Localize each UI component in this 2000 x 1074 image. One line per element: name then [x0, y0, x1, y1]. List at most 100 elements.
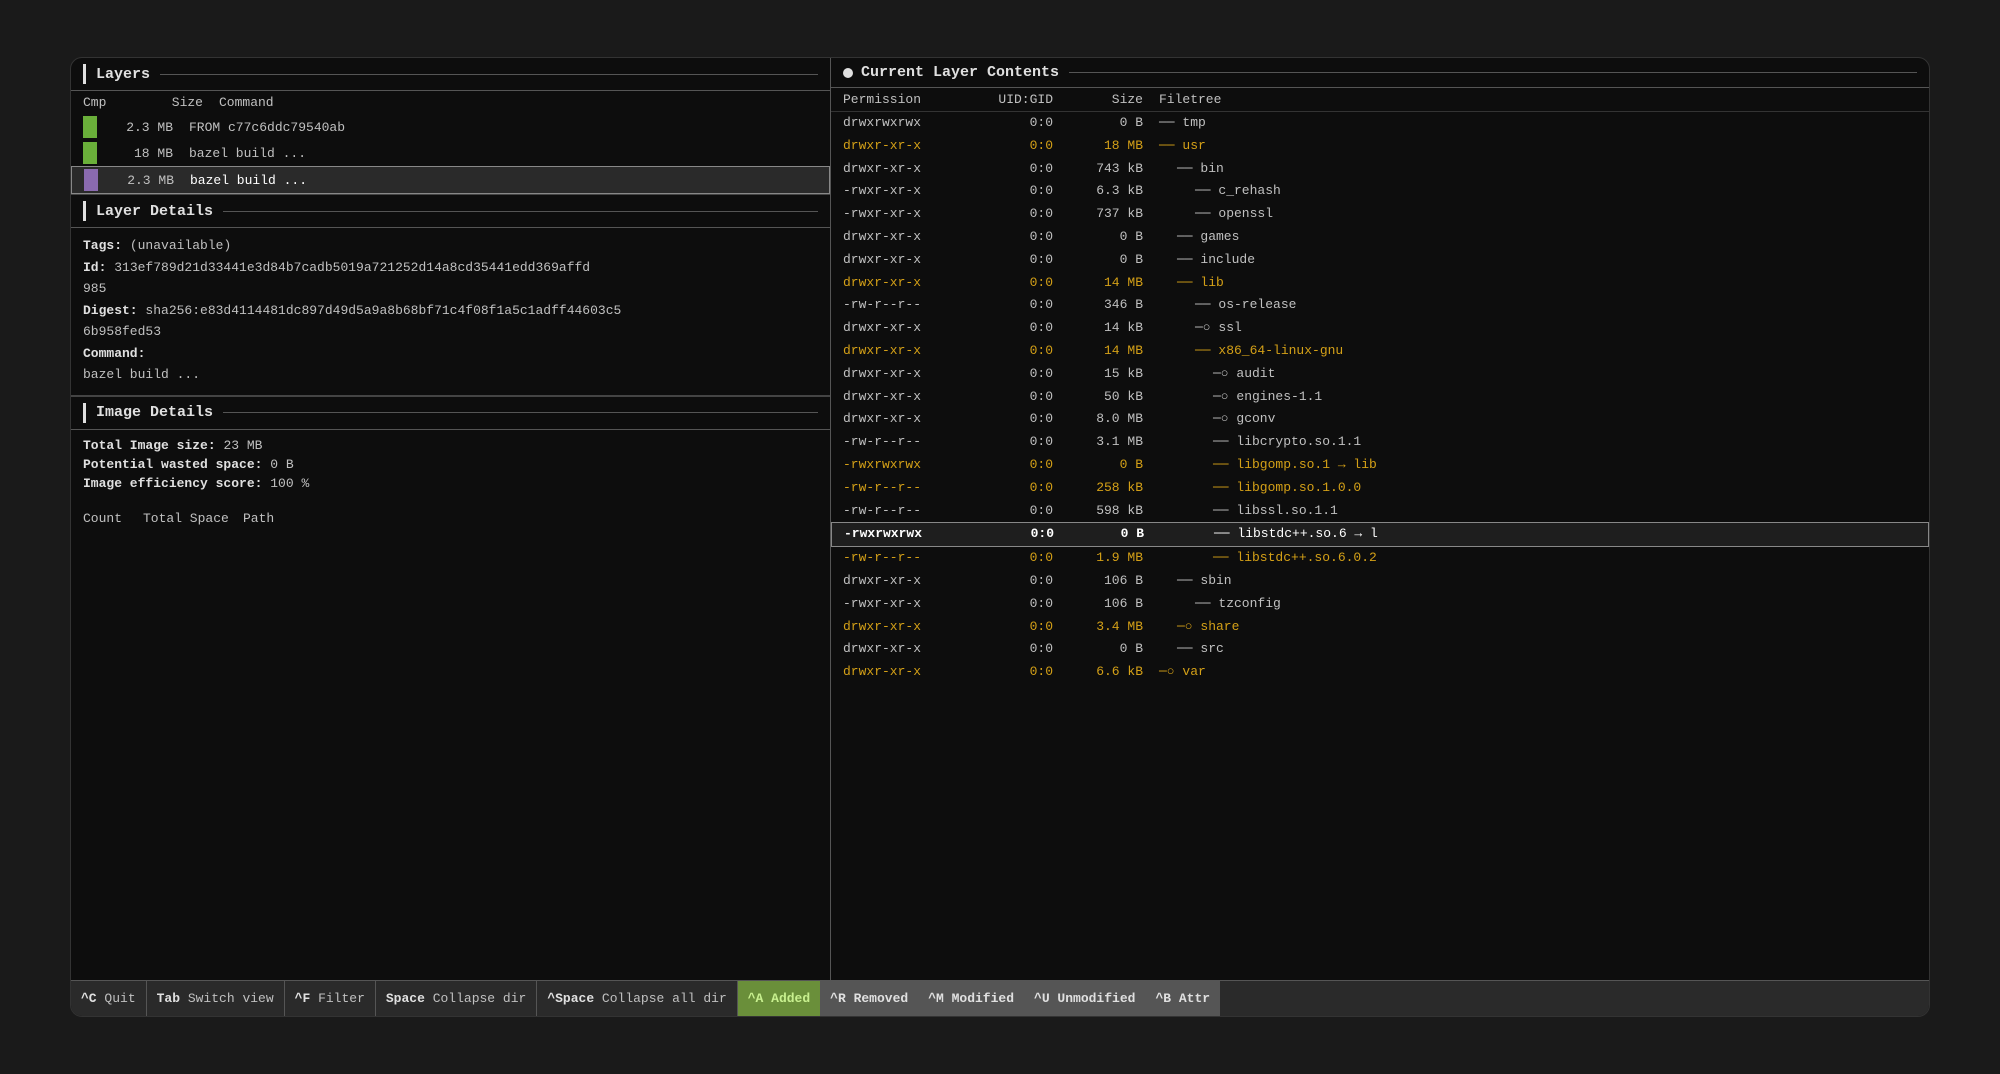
details-bar	[83, 201, 86, 221]
img-details-line	[223, 412, 818, 413]
ftree-12: ─○ engines-1.1	[1213, 387, 1917, 408]
perm-18: -rwxrwxrwx	[844, 524, 964, 545]
fsize-24: 6.6 kB	[1053, 662, 1143, 683]
perm-20: drwxr-xr-x	[843, 571, 963, 592]
file-row-19[interactable]: -rw-r--r--0:01.9 MB── libstdc++.so.6.0.2	[831, 547, 1929, 570]
digest-label: Digest:	[83, 303, 138, 318]
file-table-header: Permission UID:GID Size Filetree	[831, 88, 1929, 112]
id-number-row: 985	[83, 279, 818, 299]
perm-4: -rwxr-xr-x	[843, 204, 963, 225]
ftree-0: ── tmp	[1159, 113, 1917, 134]
layer-row-1[interactable]: 18 MB bazel build ...	[71, 140, 830, 166]
file-row-12[interactable]: drwxr-xr-x0:050 kB─○ engines-1.1	[831, 386, 1929, 409]
total-size-row: Total Image size: 23 MB	[83, 438, 818, 453]
fsize-7: 14 MB	[1053, 273, 1143, 294]
perm-1: drwxr-xr-x	[843, 136, 963, 157]
file-row-13[interactable]: drwxr-xr-x0:08.0 MB─○ gconv	[831, 408, 1929, 431]
file-row-0[interactable]: drwxrwxrwx0:00 B── tmp	[831, 112, 1929, 135]
file-row-18[interactable]: -rwxrwxrwx0:00 B── libstdc++.so.6 → l	[831, 522, 1929, 547]
tags-label: Tags:	[83, 238, 122, 253]
layer-cmd-0: FROM c77c6ddc79540ab	[189, 120, 818, 135]
badge-unmodified: ^U Unmodified	[1024, 981, 1145, 1016]
fsize-15: 0 B	[1053, 455, 1143, 476]
status-filter[interactable]: ^F Filter	[285, 981, 376, 1016]
fsize-1: 18 MB	[1053, 136, 1143, 157]
file-row-17[interactable]: -rw-r--r--0:0598 kB── libssl.so.1.1	[831, 500, 1929, 523]
ftree-6: ── include	[1177, 250, 1917, 271]
file-row-15[interactable]: -rwxrwxrwx0:00 B── libgomp.so.1 → lib	[831, 454, 1929, 477]
perm-21: -rwxr-xr-x	[843, 594, 963, 615]
uid-10: 0:0	[963, 341, 1053, 362]
unmodified-label: ^U Unmodified	[1034, 991, 1135, 1006]
ftree-23: ── src	[1177, 639, 1917, 660]
file-row-4[interactable]: -rwxr-xr-x0:0737 kB── openssl	[831, 203, 1929, 226]
ftree-21: ── tzconfig	[1195, 594, 1917, 615]
status-switch-view[interactable]: Tab Switch view	[147, 981, 285, 1016]
command-label-row: Command:	[83, 344, 818, 364]
layer-row-2[interactable]: 2.3 MB bazel build ...	[71, 166, 830, 194]
file-row-5[interactable]: drwxr-xr-x0:00 B── games	[831, 226, 1929, 249]
col-fsize-header: Size	[1053, 92, 1143, 107]
file-row-23[interactable]: drwxr-xr-x0:00 B── src	[831, 638, 1929, 661]
digest-value: sha256:e83d4114481dc897d49d5a9a8b68bf71c…	[145, 303, 621, 318]
right-header-line	[1069, 72, 1917, 73]
file-row-22[interactable]: drwxr-xr-x0:03.4 MB─○ share	[831, 616, 1929, 639]
file-row-10[interactable]: drwxr-xr-x0:014 MB── x86_64-linux-gnu	[831, 340, 1929, 363]
status-collapse-all[interactable]: ^Space Collapse all dir	[537, 981, 737, 1016]
wasted-label: Potential wasted space:	[83, 457, 262, 472]
uid-22: 0:0	[963, 617, 1053, 638]
col-cmd-header: Command	[219, 95, 818, 110]
perm-17: -rw-r--r--	[843, 501, 963, 522]
quit-key: ^C	[81, 991, 97, 1006]
layer-details-title: Layer Details	[96, 203, 213, 220]
image-details-header: Image Details	[71, 397, 830, 430]
uid-18: 0:0	[964, 524, 1054, 545]
total-size-value: 23 MB	[223, 438, 262, 453]
fsize-3: 6.3 kB	[1053, 181, 1143, 202]
perm-3: -rwxr-xr-x	[843, 181, 963, 202]
file-row-6[interactable]: drwxr-xr-x0:00 B── include	[831, 249, 1929, 272]
perm-13: drwxr-xr-x	[843, 409, 963, 430]
layer-row-0[interactable]: 2.3 MB FROM c77c6ddc79540ab	[71, 114, 830, 140]
perm-15: -rwxrwxrwx	[843, 455, 963, 476]
uid-0: 0:0	[963, 113, 1053, 134]
file-row-24[interactable]: drwxr-xr-x0:06.6 kB─○ var	[831, 661, 1929, 684]
file-row-7[interactable]: drwxr-xr-x0:014 MB── lib	[831, 272, 1929, 295]
uid-2: 0:0	[963, 159, 1053, 180]
status-collapse-dir[interactable]: Space Collapse dir	[376, 981, 537, 1016]
perm-22: drwxr-xr-x	[843, 617, 963, 638]
status-quit[interactable]: ^C Quit	[71, 981, 147, 1016]
uid-13: 0:0	[963, 409, 1053, 430]
uid-5: 0:0	[963, 227, 1053, 248]
layer-color-2	[84, 169, 98, 191]
file-row-14[interactable]: -rw-r--r--0:03.1 MB── libcrypto.so.1.1	[831, 431, 1929, 454]
uid-1: 0:0	[963, 136, 1053, 157]
perm-7: drwxr-xr-x	[843, 273, 963, 294]
wasted-value: 0 B	[270, 457, 293, 472]
right-header: Current Layer Contents	[831, 58, 1929, 88]
file-row-3[interactable]: -rwxr-xr-x0:06.3 kB── c_rehash	[831, 180, 1929, 203]
layer-details-content: Tags: (unavailable) Id: 313ef789d21d3344…	[71, 228, 830, 396]
fsize-14: 3.1 MB	[1053, 432, 1143, 453]
file-row-16[interactable]: -rw-r--r--0:0258 kB── libgomp.so.1.0.0	[831, 477, 1929, 500]
fsize-4: 737 kB	[1053, 204, 1143, 225]
collapse-dir-label: Collapse dir	[425, 991, 526, 1006]
tags-value: (unavailable)	[130, 238, 231, 253]
fsize-9: 14 kB	[1053, 318, 1143, 339]
file-row-11[interactable]: drwxr-xr-x0:015 kB─○ audit	[831, 363, 1929, 386]
ftree-11: ─○ audit	[1213, 364, 1917, 385]
ftree-20: ── sbin	[1177, 571, 1917, 592]
file-row-20[interactable]: drwxr-xr-x0:0106 B── sbin	[831, 570, 1929, 593]
ftree-18: ── libstdc++.so.6 → l	[1214, 524, 1916, 545]
file-row-21[interactable]: -rwxr-xr-x0:0106 B── tzconfig	[831, 593, 1929, 616]
perm-19: -rw-r--r--	[843, 548, 963, 569]
layers-col-headers: Cmp Size Command	[71, 91, 830, 114]
file-row-2[interactable]: drwxr-xr-x0:0743 kB── bin	[831, 158, 1929, 181]
perm-12: drwxr-xr-x	[843, 387, 963, 408]
file-row-1[interactable]: drwxr-xr-x0:018 MB── usr	[831, 135, 1929, 158]
file-row-9[interactable]: drwxr-xr-x0:014 kB─○ ssl	[831, 317, 1929, 340]
fsize-16: 258 kB	[1053, 478, 1143, 499]
file-row-8[interactable]: -rw-r--r--0:0346 B── os-release	[831, 294, 1929, 317]
removed-label: ^R Removed	[830, 991, 908, 1006]
fsize-19: 1.9 MB	[1053, 548, 1143, 569]
